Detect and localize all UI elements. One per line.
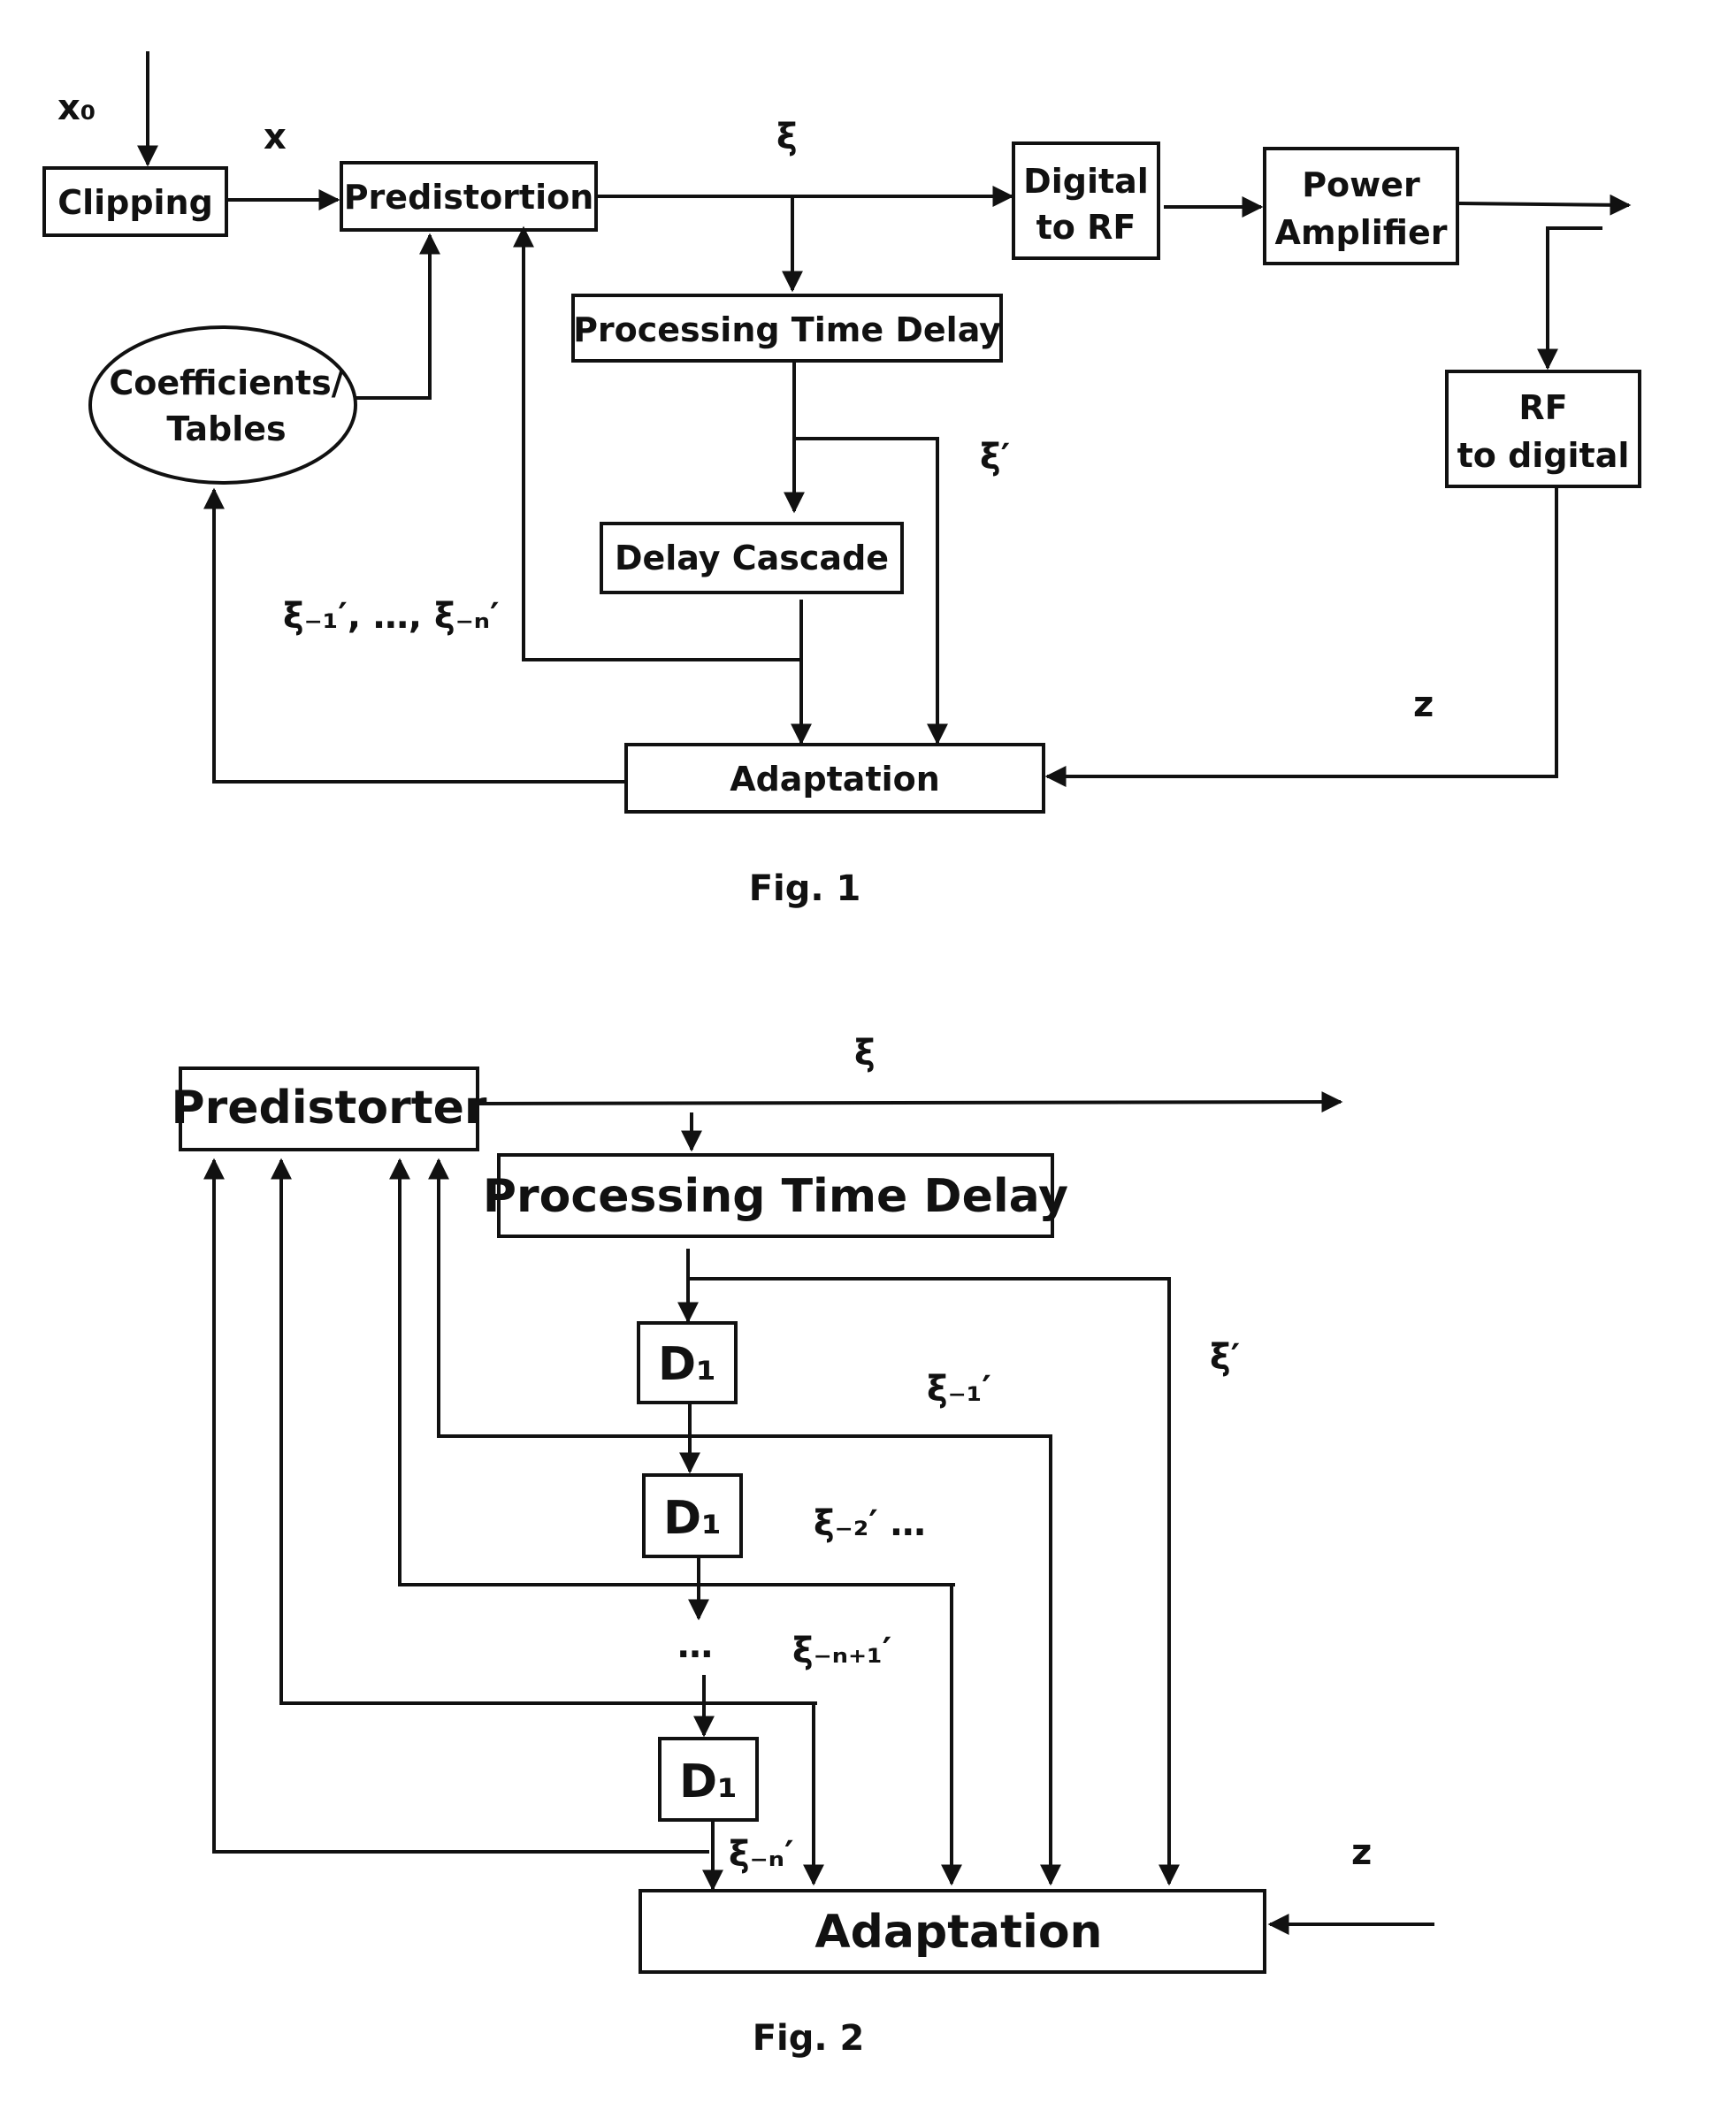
- coefficients-label-1: Coefficients/: [109, 363, 343, 402]
- xi-mn-to-predistorter-arrow: [203, 1158, 709, 1854]
- figure-2-caption: Fig. 2: [753, 2018, 865, 2059]
- rf-to-digital-block: RF to digital: [1445, 370, 1641, 488]
- signal-z: z: [1413, 684, 1434, 725]
- signal-xi-prime-fig2: ξ′: [1210, 1337, 1240, 1378]
- delay-cascade-block: Delay Cascade: [600, 522, 904, 594]
- figure-1: x₀ Clipping x Predistortion ξ Digital to…: [42, 51, 1641, 909]
- clipping-label: Clipping: [57, 183, 213, 222]
- processing-time-delay-block: Processing Time Delay: [571, 294, 1003, 363]
- power-amplifier-block: Power Amplifier: [1263, 147, 1459, 265]
- power-amplifier-label-2: Amplifier: [1275, 213, 1448, 252]
- patent-diagrams: x₀ Clipping x Predistortion ξ Digital to…: [42, 51, 1641, 2059]
- signal-xi-delayed: ξ₋₁′, …, ξ₋ₙ′: [283, 596, 500, 637]
- pa-output-arrow: [1457, 194, 1632, 216]
- coefficients-tables-ellipse: Coefficients/ Tables: [88, 325, 357, 485]
- delay-d1-block-1: D₁: [637, 1321, 738, 1404]
- d1-label-2: D₁: [663, 1492, 722, 1545]
- digital-to-rf-label-1: Digital: [1023, 162, 1149, 201]
- delayed-samples-to-predistortion-arrow: [513, 226, 801, 661]
- adaptation-block-fig2: Adaptation: [639, 1889, 1266, 1974]
- figure-2: Predistorter ξ Processing Time Delay ξ′ …: [171, 1033, 1434, 2059]
- processing-time-delay-label-fig2: Processing Time Delay: [483, 1170, 1068, 1223]
- d1-label-1: D₁: [658, 1338, 716, 1391]
- figure-1-caption: Fig. 1: [749, 868, 861, 909]
- coefficients-label-2: Tables: [166, 409, 286, 448]
- xi-mn1-to-predistorter-arrow: [271, 1158, 817, 1705]
- cascade-ellipsis: …: [677, 1625, 713, 1666]
- feedback-coupler-arrow: [1537, 226, 1602, 371]
- signal-xi-mn: ξ₋ₙ′: [729, 1834, 794, 1875]
- predistorter-output-arrow: [477, 1091, 1343, 1113]
- power-amplifier-label-1: Power: [1302, 165, 1420, 204]
- delay-d1-block-2: D₁: [642, 1473, 743, 1558]
- processing-time-delay-block-fig2: Processing Time Delay: [483, 1153, 1068, 1238]
- signal-xi-m2: ξ₋₂′ …: [814, 1503, 926, 1544]
- predistortion-block: Predistortion: [340, 161, 598, 232]
- signal-x0: x₀: [57, 88, 96, 128]
- signal-x: x: [264, 117, 287, 157]
- coefficients-to-predistortion-arrow: [356, 233, 440, 400]
- adaptation-block-fig1: Adaptation: [624, 743, 1045, 814]
- signal-xi-fig2: ξ: [854, 1033, 876, 1074]
- rf-to-digital-label-2: to digital: [1457, 436, 1630, 475]
- delay-d1-block-3: D₁: [658, 1737, 759, 1822]
- d1-label-3: D₁: [679, 1755, 738, 1808]
- signal-xi: ξ: [776, 117, 798, 157]
- signal-z-fig2: z: [1351, 1832, 1372, 1873]
- predistorter-label: Predistorter: [171, 1082, 486, 1135]
- processing-time-delay-label: Processing Time Delay: [573, 310, 1001, 349]
- rf-to-digital-label-1: RF: [1518, 388, 1567, 427]
- predistorter-block: Predistorter: [171, 1066, 487, 1151]
- adaptation-label-fig2: Adaptation: [814, 1906, 1102, 1959]
- clipping-block: Clipping: [42, 166, 228, 237]
- predistortion-label: Predistortion: [344, 178, 594, 217]
- digital-to-rf-label-2: to RF: [1036, 208, 1136, 247]
- signal-xi-prime: ξ′: [980, 437, 1010, 478]
- z-feedback-arrow: [1044, 486, 1558, 787]
- signal-xi-m1: ξ₋₁′: [927, 1369, 991, 1410]
- digital-to-rf-block: Digital to RF: [1012, 141, 1160, 260]
- adaptation-label-fig1: Adaptation: [730, 760, 940, 799]
- signal-xi-mn1: ξ₋ₙ₊₁′: [792, 1631, 891, 1671]
- delay-cascade-label: Delay Cascade: [615, 539, 889, 577]
